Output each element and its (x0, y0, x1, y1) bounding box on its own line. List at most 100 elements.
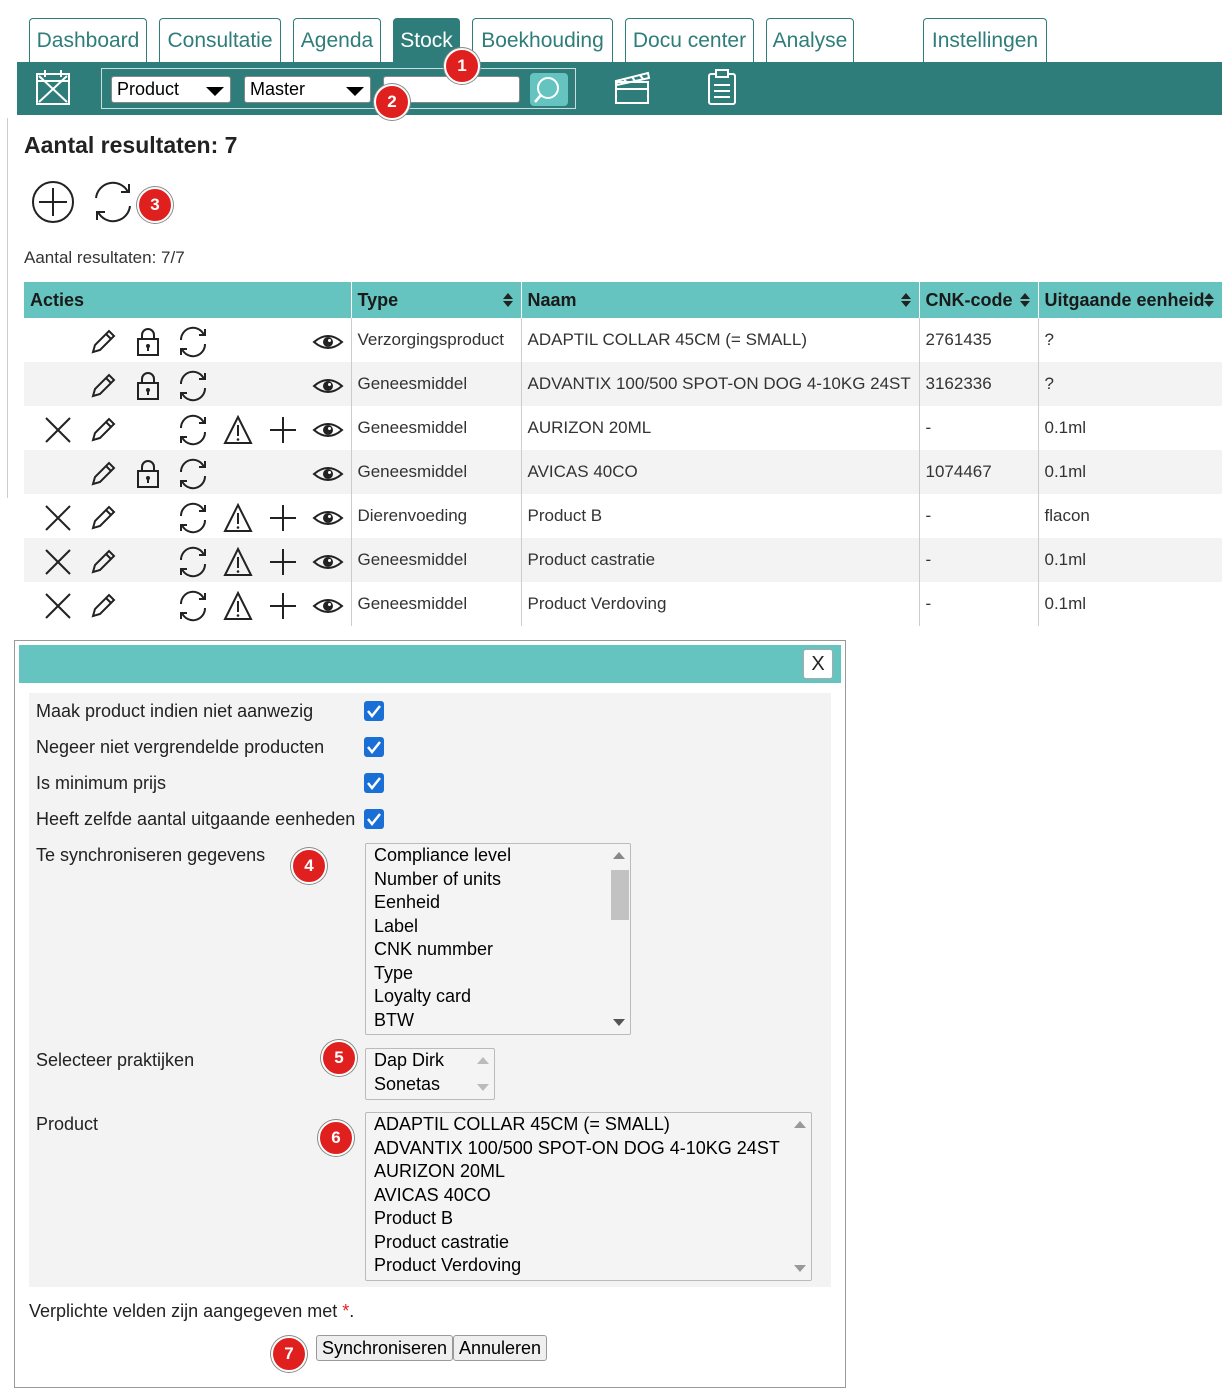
close-button[interactable]: X (803, 649, 833, 679)
edit-pencil-icon[interactable] (87, 546, 119, 578)
cell-unit: ? (1038, 318, 1222, 362)
cell-naam: Product castratie (521, 538, 920, 582)
tab-dashboard[interactable]: Dashboard (29, 18, 147, 62)
sync-icon[interactable] (177, 546, 209, 578)
checkbox-same-units[interactable] (364, 809, 384, 829)
sync-icon[interactable] (177, 458, 209, 490)
add-icon[interactable] (267, 590, 299, 622)
lock-icon[interactable] (132, 370, 164, 402)
cell-naam: AURIZON 20ML (521, 406, 920, 450)
sort-icon (900, 293, 911, 307)
search-button[interactable] (530, 73, 568, 106)
eye-icon[interactable] (312, 590, 344, 622)
lock-icon[interactable] (132, 458, 164, 490)
checkbox-ignore-unlocked[interactable] (364, 737, 384, 757)
synchroniseren-button[interactable]: Synchroniseren (316, 1335, 454, 1361)
clipboard-list-icon[interactable] (707, 68, 737, 106)
tab-analyse[interactable]: Analyse (766, 18, 854, 62)
checkbox-min-price[interactable] (364, 773, 384, 793)
annuleren-button[interactable]: Annuleren (453, 1335, 548, 1361)
table-header-row: Acties Type Naam CNK-code Uitgaande eenh… (24, 282, 1222, 318)
tab-consultatie[interactable]: Consultatie (159, 18, 281, 62)
sync-field-option[interactable]: Number of units (366, 868, 630, 892)
edit-pencil-icon[interactable] (87, 590, 119, 622)
add-icon[interactable] (267, 414, 299, 446)
dialog-form: Maak product indien niet aanwezig Negeer… (29, 693, 831, 1287)
eye-icon[interactable] (312, 458, 344, 490)
cell-type: Geneesmiddel (351, 406, 522, 450)
sync-field-option[interactable]: Loyalty card (366, 985, 630, 1009)
edit-pencil-icon[interactable] (87, 370, 119, 402)
sync-field-option[interactable]: Type (366, 962, 630, 986)
sync-icon[interactable] (90, 180, 136, 224)
warning-triangle-icon[interactable] (222, 414, 254, 446)
col-naam[interactable]: Naam (521, 282, 920, 318)
add-icon[interactable] (267, 502, 299, 534)
edit-pencil-icon[interactable] (87, 458, 119, 490)
eye-icon[interactable] (312, 502, 344, 534)
checkbox-label-ignore: Negeer niet vergrendelde producten (36, 737, 325, 757)
cell-naam: ADAPTIL COLLAR 45CM (= SMALL) (521, 318, 920, 362)
sync-field-option[interactable]: BTW (366, 1009, 630, 1033)
tab-boekhouding[interactable]: Boekhouding (472, 18, 613, 62)
delete-icon[interactable] (42, 502, 74, 534)
eye-icon[interactable] (312, 326, 344, 358)
product-option[interactable]: Product B (366, 1207, 811, 1231)
eye-icon[interactable] (312, 414, 344, 446)
product-option[interactable]: AVICAS 40CO (366, 1184, 811, 1208)
product-type-value: Product (117, 79, 180, 99)
tab-agenda[interactable]: Agenda (293, 18, 381, 62)
cell-type: Verzorgingsproduct (351, 318, 522, 362)
sync-icon[interactable] (177, 326, 209, 358)
sync-field-option[interactable]: CNK nummber (366, 938, 630, 962)
warning-triangle-icon[interactable] (222, 590, 254, 622)
eye-icon[interactable] (312, 370, 344, 402)
product-type-select[interactable]: Product (111, 76, 231, 103)
add-icon[interactable] (267, 546, 299, 578)
cell-naam: ADVANTIX 100/500 SPOT-ON DOG 4-10KG 24ST (521, 362, 920, 406)
checkbox-create-product[interactable] (364, 701, 384, 721)
warning-triangle-icon[interactable] (222, 502, 254, 534)
eye-icon[interactable] (312, 546, 344, 578)
edit-pencil-icon[interactable] (87, 502, 119, 534)
sync-fields-listbox[interactable]: Compliance level Number of units Eenheid La… (365, 843, 631, 1035)
lock-icon[interactable] (132, 326, 164, 358)
product-option[interactable]: AURIZON 20ML (366, 1160, 811, 1184)
sync-field-option[interactable]: Label (366, 915, 630, 939)
sync-field-option[interactable]: Compliance level (366, 844, 630, 868)
product-option[interactable]: ADAPTIL COLLAR 45CM (= SMALL) (366, 1113, 811, 1137)
delete-icon[interactable] (42, 590, 74, 622)
product-listbox[interactable]: ADAPTIL COLLAR 45CM (= SMALL) ADVANTIX 10… (365, 1112, 812, 1281)
sync-icon[interactable] (177, 590, 209, 622)
col-type[interactable]: Type (351, 282, 522, 318)
check-icon (367, 813, 381, 827)
add-circle-icon[interactable] (31, 180, 75, 224)
practices-listbox[interactable]: Dap Dirk Sonetas (365, 1048, 495, 1100)
scrollbar[interactable] (789, 1113, 811, 1280)
col-unit[interactable]: Uitgaande eenheid (1038, 282, 1222, 318)
scrollbar[interactable] (608, 844, 630, 1034)
row-actions (24, 406, 352, 450)
tab-instellingen[interactable]: Instellingen (923, 18, 1047, 62)
product-option[interactable]: Product Verdoving (366, 1254, 811, 1278)
edit-pencil-icon[interactable] (87, 414, 119, 446)
col-label: Naam (527, 289, 577, 310)
sync-icon[interactable] (177, 414, 209, 446)
tab-docu-center[interactable]: Docu center (625, 18, 754, 62)
warning-triangle-icon[interactable] (222, 546, 254, 578)
scrollbar[interactable] (472, 1049, 494, 1099)
source-value: Master (250, 79, 306, 99)
sync-field-option[interactable]: Eenheid (366, 891, 630, 915)
col-cnk[interactable]: CNK-code (919, 282, 1039, 318)
sync-icon[interactable] (177, 502, 209, 534)
sync-icon[interactable] (177, 370, 209, 402)
cell-unit: 0.1ml (1038, 406, 1222, 450)
clapperboard-icon[interactable] (614, 68, 652, 106)
source-select[interactable]: Master (244, 76, 371, 103)
edit-pencil-icon[interactable] (87, 326, 119, 358)
delete-icon[interactable] (42, 546, 74, 578)
calendar-x-icon[interactable] (35, 68, 71, 106)
delete-icon[interactable] (42, 414, 74, 446)
product-option[interactable]: ADVANTIX 100/500 SPOT-ON DOG 4-10KG 24ST (366, 1137, 811, 1161)
product-option[interactable]: Product castratie (366, 1231, 811, 1255)
